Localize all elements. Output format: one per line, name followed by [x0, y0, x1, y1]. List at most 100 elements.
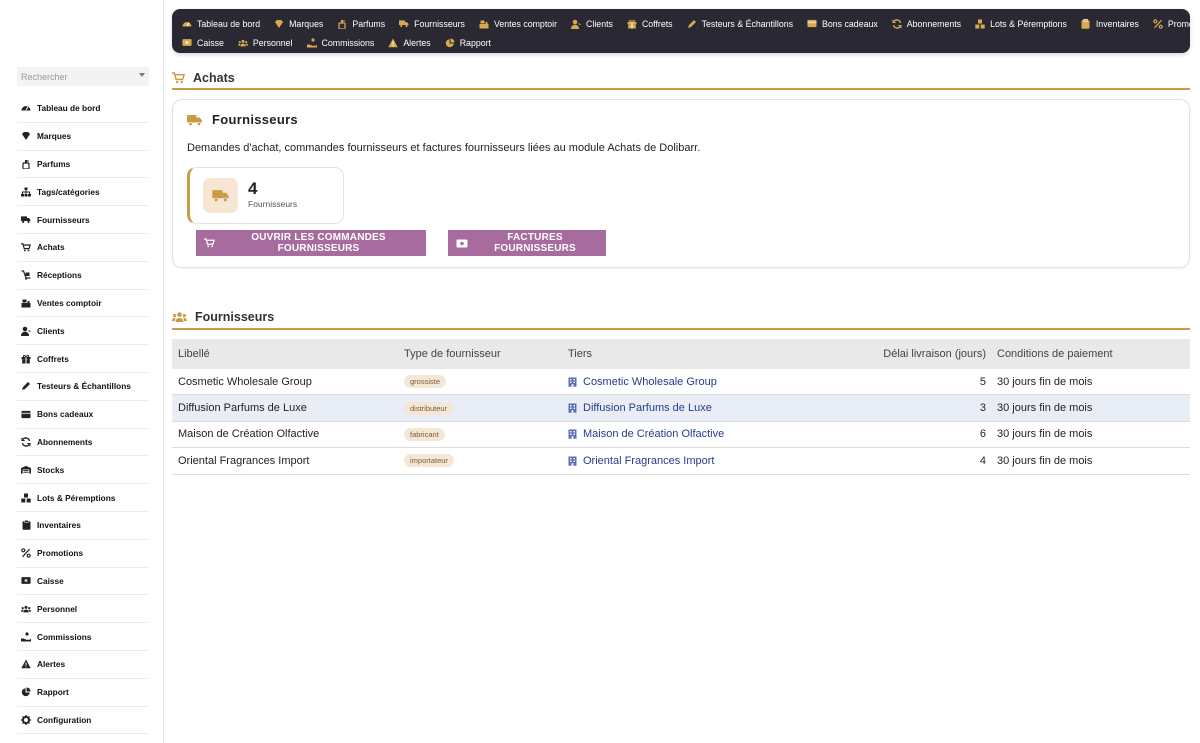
cell-delai: 6 [979, 428, 986, 441]
topnav-item-alertes[interactable]: Alertes [388, 37, 431, 48]
topnav-item-abonnements[interactable]: Abonnements [892, 19, 961, 29]
topnav-item-caisse[interactable]: Caisse [182, 38, 224, 48]
sidebar-item-parfums[interactable]: Parfums [17, 151, 149, 179]
topnav-item-testeurs-echantillons[interactable]: Testeurs & Échantillons [687, 19, 793, 29]
sidebar-item-ventes-comptoir[interactable]: Ventes comptoir [17, 290, 149, 318]
sidebar-item-label: Promotions [37, 548, 84, 559]
tiers-link[interactable]: Diffusion Parfums de Luxe [568, 402, 818, 414]
supplier-count-widget: 4 Fournisseurs [187, 167, 344, 224]
building-icon [568, 429, 577, 440]
gear-icon [21, 714, 31, 725]
topnav-item-lots-peremptions[interactable]: Lots & Péremptions [975, 19, 1067, 29]
sidebar-item-abonnements[interactable]: Abonnements [17, 429, 149, 457]
topnav-item-label: Parfums [352, 18, 386, 29]
suppliers-card: Fournisseurs Demandes d'achat, commandes… [172, 99, 1190, 268]
table-row[interactable]: Maison de Création Olfactive fabricant Mai… [172, 422, 1190, 449]
topnav-item-label: Testeurs & Échantillons [701, 18, 794, 29]
search-placeholder: Rechercher [21, 71, 68, 82]
topnav-item-clients[interactable]: Clients [571, 19, 613, 29]
boxes-icon [975, 19, 985, 29]
topnav-item-fournisseurs[interactable]: Fournisseurs [399, 19, 465, 29]
topnav-item-marques[interactable]: Marques [274, 19, 323, 29]
sidebar-item-stocks[interactable]: Stocks [17, 456, 149, 485]
sidebar-item-configuration[interactable]: Configuration [17, 707, 149, 735]
cash-register-icon [21, 298, 31, 308]
sidebar-item-marques[interactable]: Marques [17, 123, 149, 151]
cell-libelle: Cosmetic Wholesale Group [178, 375, 312, 388]
table-row[interactable]: Diffusion Parfums de Luxe distributeur Dif… [172, 395, 1190, 422]
sidebar-item-commissions[interactable]: Commissions [17, 623, 149, 651]
cart-icon [172, 71, 185, 84]
dolly-icon [21, 270, 31, 280]
sidebar-item-alertes[interactable]: Alertes [17, 651, 149, 679]
tiers-label: Cosmetic Wholesale Group [583, 375, 717, 388]
button-label: OUVRIR LES COMMANDES FOURNISSEURS [251, 232, 386, 254]
topnav-item-label: Alertes [403, 37, 431, 48]
sidebar-item-lots-peremptions[interactable]: Lots & Péremptions [17, 484, 149, 512]
percent-icon [1153, 18, 1163, 29]
column-header-libelle[interactable]: Libellé [172, 348, 404, 360]
topnav-item-label: Coffrets [641, 18, 673, 29]
sidebar-item-label: Coffrets [37, 353, 69, 364]
open-supplier-orders-button[interactable]: OUVRIR LES COMMANDES FOURNISSEURS [196, 230, 426, 256]
topnav-item-parfums[interactable]: Parfums [337, 19, 385, 29]
topnav-item-promotions[interactable]: Promotions [1153, 19, 1200, 29]
column-header-tiers[interactable]: Tiers [568, 348, 818, 360]
tiers-link[interactable]: Oriental Fragrances Import [568, 455, 818, 467]
sidebar-item-fournisseurs[interactable]: Fournisseurs [17, 206, 149, 234]
topnav-item-inventaires[interactable]: Inventaires [1081, 19, 1139, 29]
cart-icon [21, 242, 31, 252]
supplier-type-badge: importateur [404, 454, 454, 468]
warehouse-icon [21, 465, 31, 475]
cell-type: importateur [404, 454, 568, 468]
sidebar-item-label: Parfums [37, 158, 71, 169]
stat-label: Fournisseurs [248, 199, 298, 209]
topnav-item-coffrets[interactable]: Coffrets [627, 19, 673, 29]
card-description: Demandes d'achat, commandes fournisseurs… [187, 142, 701, 154]
supplier-invoices-button[interactable]: FACTURES FOURNISSEURS [448, 230, 606, 256]
sidebar-item-label: Tags/catégories [37, 186, 100, 197]
supplier-type-badge: grossiste [404, 375, 447, 389]
sidebar-item-clients[interactable]: Clients [17, 317, 149, 346]
search-input[interactable]: Rechercher [17, 67, 149, 86]
sidebar-item-receptions[interactable]: Réceptions [17, 262, 149, 290]
hand-coin-icon [21, 631, 31, 642]
topnav-item-personnel[interactable]: Personnel [237, 37, 293, 48]
sidebar-item-caisse[interactable]: Caisse [17, 568, 149, 596]
cell-conditions: 30 jours fin de mois [997, 375, 1093, 388]
sidebar-item-personnel[interactable]: Personnel [17, 595, 149, 624]
chevron-down-icon[interactable] [139, 73, 145, 77]
sidebar-item-rapport[interactable]: Rapport [17, 679, 149, 707]
money-icon [456, 239, 468, 248]
cell-tiers: Oriental Fragrances Import [568, 455, 818, 467]
topnav-item-bons-cadeaux[interactable]: Bons cadeaux [807, 19, 878, 29]
page-title: Achats [193, 70, 235, 85]
column-header-conditions[interactable]: Conditions de paiement [992, 348, 1190, 360]
column-header-delai[interactable]: Délai livraison (jours) [818, 348, 992, 360]
hand-coin-icon [306, 37, 317, 48]
table-row[interactable]: Cosmetic Wholesale Group grossiste Cosmeti… [172, 369, 1190, 396]
sidebar-item-label: Tableau de bord [37, 103, 101, 114]
topnav-item-commissions[interactable]: Commissions [306, 37, 374, 48]
topnav-item-rapport[interactable]: Rapport [445, 38, 491, 48]
sidebar-item-inventaires[interactable]: Inventaires [17, 512, 149, 540]
sidebar-item-promotions[interactable]: Promotions [17, 540, 149, 568]
sidebar-item-tableau-de-bord[interactable]: Tableau de bord [17, 95, 149, 123]
sidebar-item-achats[interactable]: Achats [17, 234, 149, 262]
sidebar-item-tags-categories[interactable]: Tags/catégories [17, 178, 149, 207]
topnav-item-label: Tableau de bord [197, 18, 261, 29]
topnav-item-tableau-de-bord[interactable]: Tableau de bord [182, 19, 260, 29]
list-title: Fournisseurs [195, 309, 275, 324]
tiers-link[interactable]: Maison de Création Olfactive [568, 428, 818, 440]
tiers-link[interactable]: Cosmetic Wholesale Group [568, 376, 818, 388]
sidebar-item-label: Clients [37, 325, 65, 336]
tiers-label: Diffusion Parfums de Luxe [583, 402, 712, 415]
sidebar-item-testeurs-echantillons[interactable]: Testeurs & Échantillons [17, 373, 149, 401]
table-row[interactable]: Oriental Fragrances Import importateur Ori… [172, 448, 1190, 475]
users-icon [237, 38, 248, 48]
sidebar-item-bons-cadeaux[interactable]: Bons cadeaux [17, 401, 149, 429]
column-header-type[interactable]: Type de fournisseur [404, 348, 568, 360]
sidebar-item-coffrets[interactable]: Coffrets [17, 345, 149, 373]
topnav-item-ventes-comptoir[interactable]: Ventes comptoir [479, 19, 557, 29]
topnav-item-label: Personnel [252, 37, 293, 48]
